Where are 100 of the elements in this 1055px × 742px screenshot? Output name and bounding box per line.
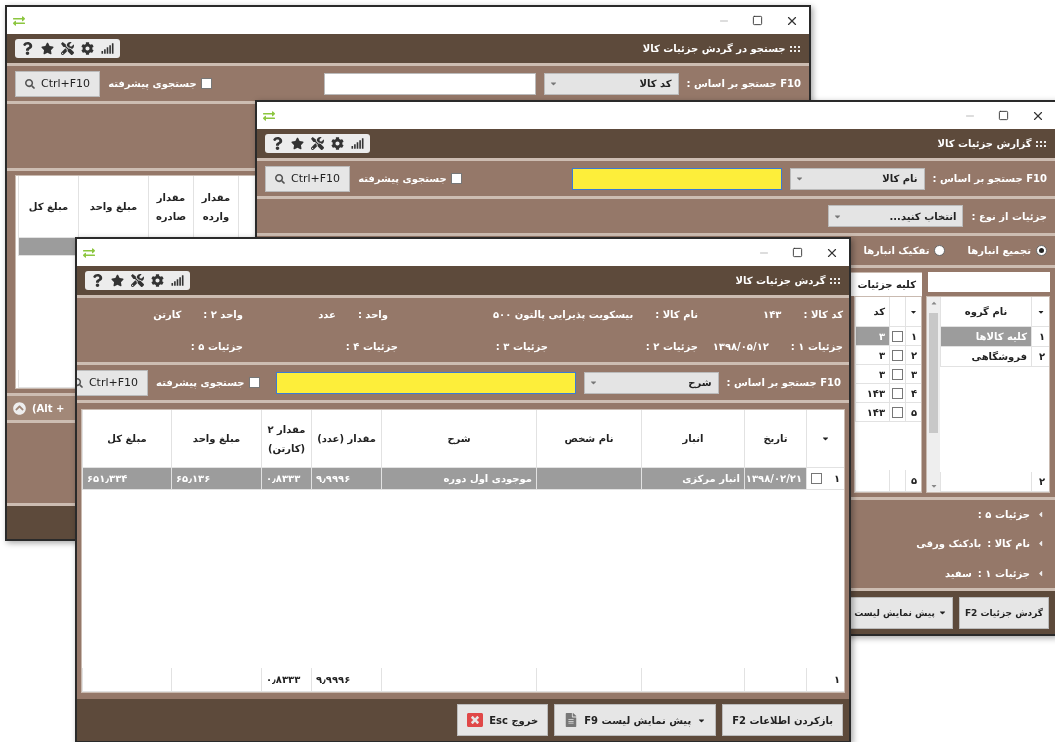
tools-icon[interactable] (61, 42, 74, 55)
detail-value: بادکنک ورقی (916, 538, 982, 550)
info-label: کد کالا : (803, 308, 843, 320)
column-header[interactable]: مبلغ واحد (171, 410, 261, 468)
info-value: کارتن (153, 308, 182, 320)
row-number: ۱ (833, 473, 840, 484)
signal-bars-icon[interactable] (171, 274, 184, 287)
detail-value: سفید (944, 567, 972, 579)
table-cell: ۶۵٫۱۳۶ (171, 468, 261, 490)
help-icon[interactable] (271, 137, 284, 150)
search-icon[interactable] (275, 173, 285, 184)
row-checkbox[interactable] (892, 387, 903, 399)
row-checkbox[interactable] (892, 330, 903, 342)
row-checkbox[interactable] (892, 406, 903, 418)
tools-icon[interactable] (131, 274, 144, 287)
advanced-search-checkbox[interactable]: جستجوی پیشرفته (156, 377, 260, 388)
table-cell: ۶۵۱٫۳۳۴ (82, 468, 171, 490)
menu-button[interactable]: پیش نمایش لیست (848, 596, 953, 629)
scroll-down-icon[interactable] (929, 482, 938, 490)
row-checkbox[interactable] (892, 368, 903, 380)
collapse-icon[interactable] (13, 401, 26, 415)
column-header[interactable]: مبلغ کل (82, 410, 171, 468)
search-label: F10 جستجو بر اساس : (932, 173, 1047, 184)
bullet-icon (1036, 568, 1045, 578)
scrollbar[interactable] (927, 297, 940, 492)
radio-option[interactable]: تفکیک انبارها (863, 245, 946, 256)
info-label: واحد : (357, 308, 388, 320)
detail-label: نام کالا : (987, 538, 1030, 550)
column-header[interactable]: انبار (641, 410, 744, 468)
row-number: ۴ (905, 384, 921, 403)
help-icon[interactable] (91, 274, 104, 287)
search-input[interactable] (571, 167, 782, 190)
menu-button[interactable]: پیش نمایش لیست F9 (554, 704, 717, 736)
star-icon[interactable] (291, 137, 304, 150)
info-value: عدد (318, 308, 336, 320)
search-button[interactable]: Ctrl+F10 (77, 369, 149, 396)
signal-bars-icon[interactable] (101, 42, 114, 55)
document-icon[interactable] (564, 713, 579, 727)
row-number: ۱ (905, 327, 921, 346)
search-field-select[interactable]: نام کالا (789, 167, 925, 190)
star-icon[interactable] (111, 274, 124, 287)
tools-icon[interactable] (311, 137, 324, 150)
info-label: جزئیات ۴ : (345, 340, 398, 352)
star-icon[interactable] (41, 42, 54, 55)
column-header[interactable]: نام شخص (536, 410, 641, 468)
caret-icon[interactable] (937, 608, 947, 617)
maximize-icon[interactable] (998, 110, 1009, 121)
row-number: ۲ (1031, 347, 1049, 367)
signal-bars-icon[interactable] (351, 137, 364, 150)
info-label: جزئیات ۲ : (645, 340, 698, 352)
search-icon[interactable] (25, 78, 35, 89)
detail-label: جزئیات ۱ : (977, 567, 1030, 579)
column-header[interactable]: تاریخ (744, 410, 806, 468)
search-button[interactable]: Ctrl+F10 (265, 165, 351, 192)
column-header[interactable]: مقدار ۲ (کارتن) (261, 410, 311, 468)
action-button[interactable]: گردش جزئیات F2 (958, 596, 1049, 629)
info-label: جزئیات ۵ : (190, 340, 243, 352)
search-field-select[interactable]: کد کالا (543, 72, 679, 95)
selected-cell[interactable] (18, 238, 78, 256)
type-label: جزئیات از نوع : (971, 210, 1047, 222)
row-checkbox[interactable] (892, 349, 903, 361)
row-number: ۲ (905, 346, 921, 365)
column-header[interactable]: شرح (381, 410, 536, 468)
advanced-search-checkbox[interactable]: جستجوی پیشرفته (358, 173, 462, 184)
table-cell: انبار مرکزی (641, 468, 744, 490)
search-input[interactable] (275, 371, 576, 394)
help-icon[interactable] (21, 42, 34, 55)
column-menu-icon[interactable] (821, 434, 830, 443)
scroll-up-icon[interactable] (929, 299, 938, 307)
maximize-icon[interactable] (792, 247, 803, 258)
maximize-icon[interactable] (752, 15, 763, 26)
column-header[interactable]: مقدار (عدد) (311, 410, 381, 468)
table-cell: ۳ (855, 365, 889, 384)
exit-button[interactable]: خروج Esc (457, 704, 549, 736)
bullet-icon (1036, 510, 1045, 520)
column-header[interactable]: نام گروه (940, 297, 1031, 327)
row-checkbox[interactable] (811, 473, 822, 484)
advanced-search-checkbox[interactable]: جستجوی پیشرفته (108, 78, 212, 89)
search-field-select[interactable]: شرح (583, 371, 719, 394)
table-cell: ۱۴۳ (855, 403, 889, 422)
bullet-icon (1036, 539, 1045, 549)
radio-option[interactable]: تجمیع انبارها (967, 245, 1047, 256)
row-number: ۳ (905, 365, 921, 384)
search-button[interactable]: Ctrl+F10 (15, 70, 101, 97)
row-count: ۲ (1031, 472, 1049, 492)
type-select[interactable]: انتخاب کنید... (828, 205, 964, 227)
tab[interactable]: کلیه جزئیات (851, 272, 922, 296)
search-input[interactable] (323, 72, 536, 95)
footer-bar (7, 506, 77, 539)
settings-icon[interactable] (331, 137, 344, 150)
settings-icon[interactable] (151, 274, 164, 287)
settings-icon[interactable] (81, 42, 94, 55)
column-header[interactable]: کد (855, 297, 889, 327)
app-icon (83, 246, 95, 259)
action-button[interactable]: بازکردن اطلاعات F2 (722, 704, 843, 736)
total-cell: ۹٫۹۹۹۶ (311, 668, 381, 692)
column-header[interactable]: مبلغ کل (18, 176, 78, 238)
search-label: F10 جستجو بر اساس : (726, 377, 841, 388)
window-title: ::: جستجو در گردش جزئیات کالا (642, 43, 801, 54)
group-name[interactable]: فروشگاهی (940, 347, 1031, 367)
